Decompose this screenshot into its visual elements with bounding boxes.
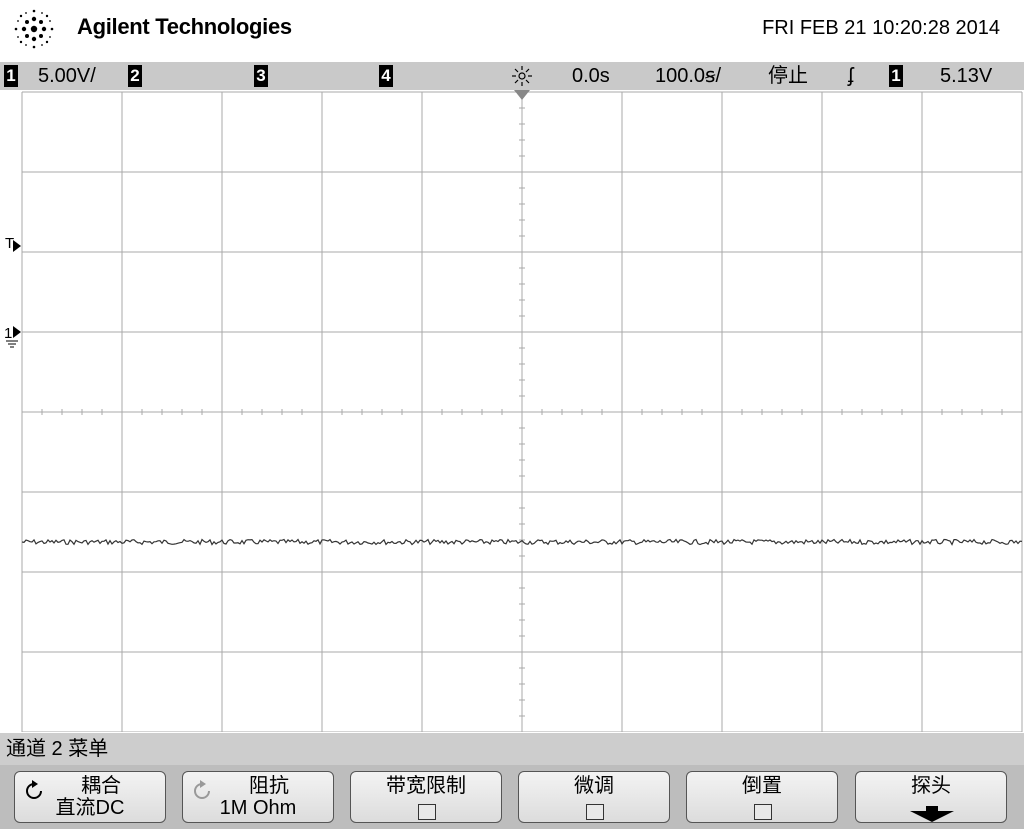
channel-1-ground-marker[interactable]: 1 bbox=[4, 325, 21, 348]
datetime-display: FRI FEB 21 10:20:28 2014 bbox=[762, 17, 1000, 39]
trigger-position-arrow-icon bbox=[514, 90, 530, 100]
menu-title-bar: 通道 2 菜单 bbox=[0, 733, 1024, 765]
trigger-level-marker[interactable]: T bbox=[5, 235, 21, 252]
coupling-label: 耦合 bbox=[81, 775, 121, 797]
run-state: 停止 bbox=[768, 65, 808, 87]
coupling-value: 直流DC bbox=[55, 797, 125, 819]
waveform-display[interactable]: T 1 bbox=[0, 90, 1024, 732]
vernier-label: 微调 bbox=[574, 775, 614, 797]
invert-softkey[interactable]: 倒置 bbox=[686, 771, 838, 823]
svg-text:1: 1 bbox=[4, 325, 12, 342]
probe-label: 探头 bbox=[911, 775, 951, 797]
checkbox-icon bbox=[586, 804, 604, 820]
trigger-level: 5.13V bbox=[940, 65, 993, 87]
svg-text:T: T bbox=[5, 235, 14, 252]
status-bar: 1 5.00V/ 2 3 4 0.0s 100.0ꞩ/ 停止 ʄ 1 5.13V bbox=[0, 62, 1024, 90]
graticule: T 1 bbox=[4, 91, 1023, 732]
channel-2-indicator[interactable]: 2 bbox=[128, 65, 142, 87]
impedance-softkey[interactable]: 阻抗 1M Ohm bbox=[182, 771, 334, 823]
invert-label: 倒置 bbox=[742, 775, 782, 797]
agilent-spark-logo bbox=[14, 9, 54, 49]
impedance-value: 1M Ohm bbox=[219, 797, 297, 819]
checkbox-icon bbox=[754, 804, 772, 820]
brand-name: Agilent Technologies bbox=[77, 14, 292, 39]
coupling-softkey[interactable]: 耦合 直流DC bbox=[14, 771, 166, 823]
channel-1-scale: 5.00V/ bbox=[38, 65, 96, 87]
channel-1-indicator[interactable]: 1 bbox=[4, 65, 18, 87]
impedance-label: 阻抗 bbox=[249, 775, 289, 797]
trigger-slope-icon: ʄ bbox=[848, 65, 854, 87]
bandwidth-limit-label: 带宽限制 bbox=[386, 775, 466, 797]
down-arrow-icon bbox=[910, 806, 954, 822]
vernier-softkey[interactable]: 微调 bbox=[518, 771, 670, 823]
time-delay: 0.0s bbox=[572, 65, 610, 87]
acquisition-sun-icon bbox=[512, 66, 532, 86]
trigger-source-indicator: 1 bbox=[889, 65, 903, 87]
probe-softkey[interactable]: 探头 bbox=[855, 771, 1007, 823]
time-scale: 100.0ꞩ/ bbox=[655, 65, 722, 87]
menu-title: 通道 2 菜单 bbox=[6, 738, 109, 760]
checkbox-icon bbox=[418, 804, 436, 820]
brand-bar: Agilent Technologies FRI FEB 21 10:20:28… bbox=[0, 0, 1024, 62]
bandwidth-limit-softkey[interactable]: 带宽限制 bbox=[350, 771, 502, 823]
channel-3-indicator[interactable]: 3 bbox=[254, 65, 268, 87]
softkey-row: 耦合 直流DC 阻抗 1M Ohm 带宽限制 微调 倒置 探头 bbox=[0, 765, 1024, 829]
channel-4-indicator[interactable]: 4 bbox=[379, 65, 393, 87]
